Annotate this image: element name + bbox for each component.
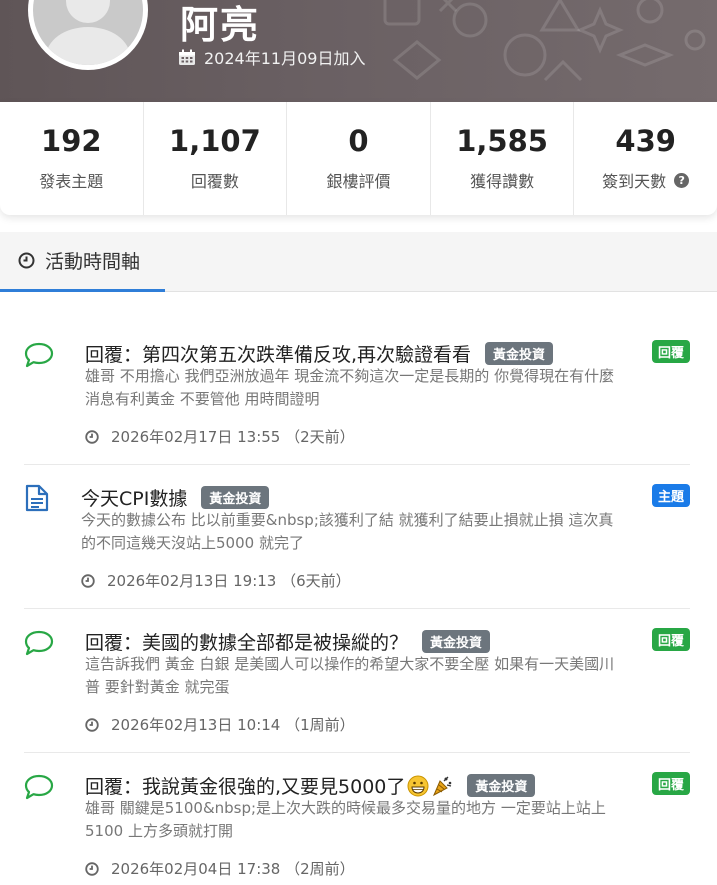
stat-label: 發表主題 [39,172,104,191]
stat-label: 簽到天數 [602,172,667,191]
feed-item-time: 2026年02月04日 17:38 （2周前） [111,860,355,878]
clock-icon [85,717,99,732]
feed-item[interactable]: 回覆：美國的數據全部都是被操縱的？ 黃金投資 回覆 這告訴我們 黃金 白銀 是美… [24,628,690,738]
category-badge[interactable]: 黃金投資 [467,774,536,797]
tab-bar: 活動時間軸 [0,232,717,292]
grin-emoji-icon [407,775,429,796]
type-badge: 主題 [651,484,690,507]
feed-item-time: 2026年02月17日 13:55 （2天前） [111,428,355,446]
divider [24,752,690,753]
help-icon[interactable]: ? [674,172,690,188]
comment-icon [24,774,54,800]
feed-item[interactable]: 今天CPI數據 黃金投資 主題 今天的數據公布 比以前重要&nbsp;該獲利了結… [24,484,690,594]
stat-value: 192 [41,124,102,158]
stat-value: 439 [615,124,676,158]
stat-value: 1,107 [169,124,261,158]
feed-item-title[interactable]: 回覆：第四次第五次跌準備反攻,再次驗證看看 [85,340,471,367]
feed-item-title[interactable]: 回覆：美國的數據全部都是被操縱的？ [85,628,408,655]
type-badge: 回覆 [651,772,690,795]
clock-icon [85,861,99,876]
stat-value: 0 [348,124,369,158]
profile-banner: 阿亮 2024年11月09日加入 [0,0,717,102]
category-badge[interactable]: 黃金投資 [422,630,491,653]
stat-label: 銀樓評價 [326,172,391,191]
comment-icon [24,630,54,656]
feed-item[interactable]: 回覆：我說黃金很強的,又要見5000了 黃金投資 回覆 雄哥 關鍵是5100&n… [24,772,690,882]
party-popper-icon [433,776,452,796]
feed-item-excerpt: 雄哥 關鍵是5100&nbsp;是上次大跌的時候最多交易量的地方 一定要站上站上… [85,799,606,840]
type-badge: 回覆 [651,340,690,363]
avatar-placeholder-icon [33,0,143,65]
username: 阿亮 [180,3,261,47]
type-badge: 回覆 [651,628,690,651]
stat-label: 回覆數 [190,172,239,191]
joined-text: 2024年11月09日加入 [204,49,366,68]
feed-item-time: 2026年02月13日 19:13 （6天前） [107,572,351,590]
category-badge[interactable]: 黃金投資 [201,486,270,509]
divider [24,464,690,465]
stat-checkin-days[interactable]: 439 簽到天數 ? [574,102,717,215]
clock-icon [85,429,99,444]
category-badge[interactable]: 黃金投資 [485,342,554,365]
document-icon [25,484,49,512]
divider [24,608,690,609]
stat-topics[interactable]: 192 發表主題 [0,102,144,215]
comment-icon [24,342,54,368]
stat-reviews[interactable]: 0 銀樓評價 [287,102,431,215]
profile-stats: 192 發表主題 1,107 回覆數 0 銀樓評價 1,585 獲得讚數 439… [0,102,717,215]
feed-item-title[interactable]: 今天CPI數據 [81,484,187,511]
clock-icon [81,573,95,588]
calendar-icon [179,49,195,65]
stat-value: 1,585 [456,124,548,158]
activity-feed: 回覆：第四次第五次跌準備反攻,再次驗證看看 黃金投資 回覆 雄哥 不用擔心 我們… [0,292,717,885]
feed-item-excerpt: 雄哥 不用擔心 我們亞洲放過年 現金流不夠這次一定是長期的 你覺得現在有什麼消息… [85,367,615,408]
feed-item-title[interactable]: 回覆：我說黃金很強的,又要見5000了 [85,772,405,799]
stat-label: 獲得讚數 [470,172,535,191]
tab-label: 活動時間軸 [45,251,141,273]
joined-date: 2024年11月09日加入 [178,45,365,69]
stat-replies[interactable]: 1,107 回覆數 [144,102,288,215]
feed-item-time: 2026年02月13日 10:14 （1周前） [111,716,355,734]
stat-likes[interactable]: 1,585 獲得讚數 [431,102,575,215]
tab-activity-timeline[interactable]: 活動時間軸 [0,232,165,292]
clock-icon [18,252,35,269]
feed-item[interactable]: 回覆：第四次第五次跌準備反攻,再次驗證看看 黃金投資 回覆 雄哥 不用擔心 我們… [24,340,690,450]
feed-item-excerpt: 這告訴我們 黃金 白銀 是美國人可以操作的希望大家不要全壓 如果有一天美國川普 … [85,655,615,696]
feed-item-excerpt: 今天的數據公布 比以前重要&nbsp;該獲利了結 就獲利了結要止損就止損 這次真… [81,511,614,552]
